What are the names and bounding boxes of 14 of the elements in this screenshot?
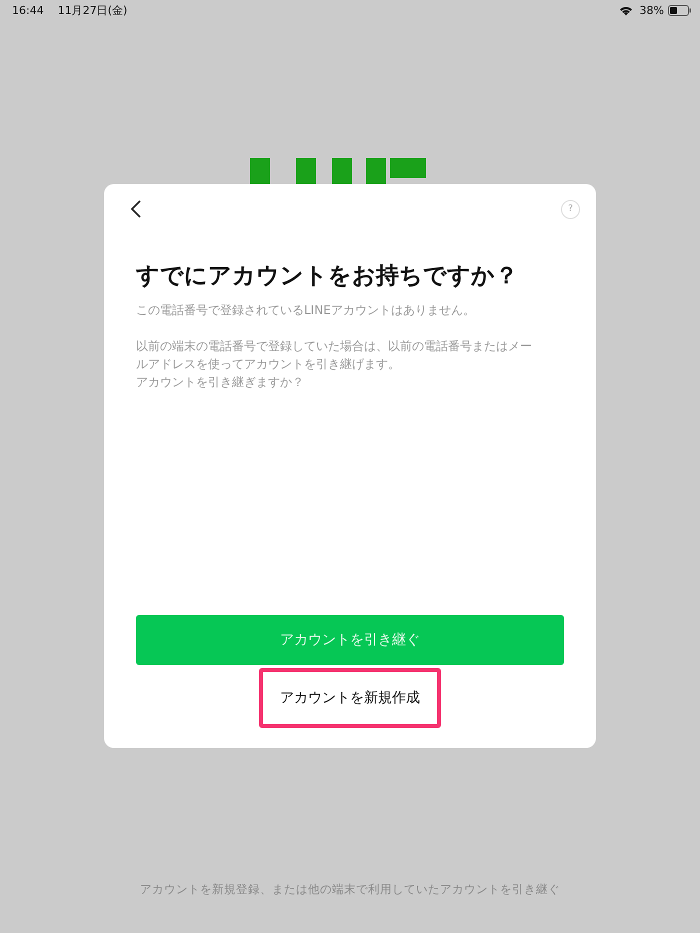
body-text: アカウントを引き継ぎますか？ (136, 374, 305, 391)
battery-percent: 38% (640, 4, 664, 16)
body-text: 以前の端末の電話番号で登録していた場合は、以前の電話番号またはメールアドレスを使ってアカウントを引き継げます。 (136, 338, 533, 373)
footer-text: アカウントを新規登録、または他の端末で利用していたアカウントを引き継ぐ (139, 882, 561, 897)
help-button[interactable]: ? (561, 200, 580, 218)
back-icon[interactable] (130, 199, 142, 219)
dialog-title: すでにアカウントをお持ちですか？ (136, 262, 519, 291)
body-text: この電話番号で登録されているLINEアカウントはありません。 (136, 302, 476, 319)
logo-icon (250, 158, 426, 184)
wifi-icon (618, 4, 633, 16)
transfer-account-button[interactable]: アカウントを引き継ぐ (136, 615, 564, 665)
battery-icon (668, 4, 692, 16)
status-time: 16:44 (12, 4, 44, 16)
status-date: 11月27日(金) (58, 2, 128, 18)
